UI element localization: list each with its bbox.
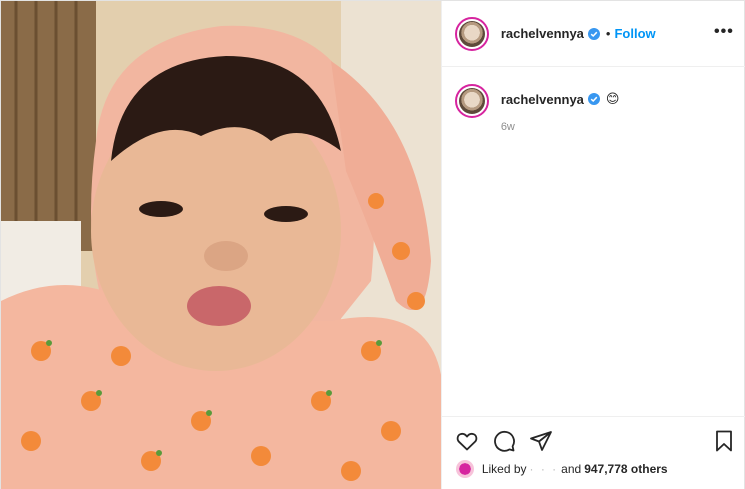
- bookmark-icon[interactable]: [712, 429, 736, 453]
- follow-button[interactable]: Follow: [614, 26, 655, 41]
- action-icons: [455, 429, 553, 453]
- post-photo[interactable]: [1, 1, 441, 489]
- avatar-image: [458, 88, 485, 114]
- likes-summary: Liked by · · · and 947,778 others: [455, 460, 671, 478]
- likes-and: and: [561, 462, 582, 476]
- likes-prefix: Liked by: [481, 462, 527, 476]
- post-timestamp[interactable]: 6w: [501, 121, 620, 133]
- post-side-panel: rachelvennya • Follow ••• rachelvennya 😊: [440, 1, 745, 489]
- liker-name-obscured: · · ·: [529, 462, 559, 476]
- likes-count[interactable]: 947,778 others: [584, 462, 667, 476]
- verified-badge-icon: [587, 93, 600, 105]
- more-options-icon[interactable]: •••: [714, 23, 734, 41]
- caption-emoji: 😊: [605, 91, 620, 106]
- caption-avatar[interactable]: [454, 84, 489, 118]
- avatar-image: [458, 20, 485, 47]
- baby-photo-illustration: [1, 1, 441, 489]
- liker-avatar[interactable]: [455, 460, 474, 478]
- username-link[interactable]: rachelvennya: [501, 26, 584, 41]
- verified-badge-icon: [587, 27, 600, 40]
- caption-line: rachelvennya 😊: [501, 91, 620, 107]
- post-actions: Liked by · · · and 947,778 others: [441, 416, 745, 489]
- caption-username[interactable]: rachelvennya: [501, 92, 584, 107]
- post-header: rachelvennya • Follow •••: [441, 1, 745, 67]
- post-caption: rachelvennya 😊 6w: [454, 84, 735, 133]
- heart-icon[interactable]: [455, 429, 479, 453]
- avatar[interactable]: [454, 16, 489, 51]
- caption-body: rachelvennya 😊 6w: [501, 91, 620, 133]
- comment-icon[interactable]: [492, 429, 516, 453]
- share-icon[interactable]: [529, 429, 553, 453]
- separator-dot: •: [605, 26, 611, 41]
- instagram-post: rachelvennya • Follow ••• rachelvennya 😊: [0, 0, 745, 489]
